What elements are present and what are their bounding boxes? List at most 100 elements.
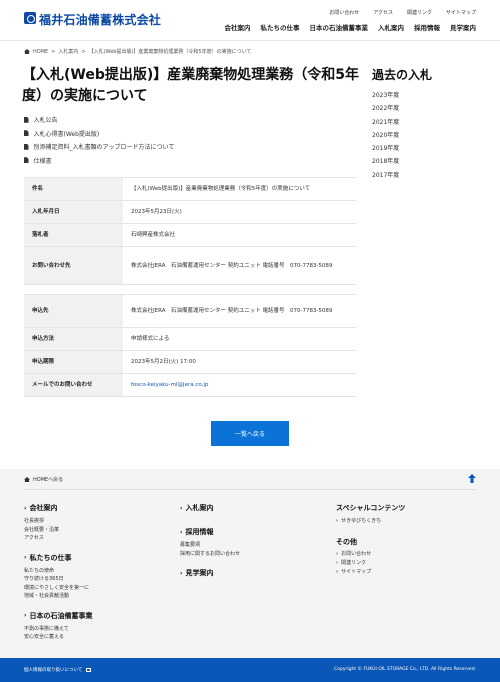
footer-column-bidding: › 入札案内 › 採用情報 募集要項 採用に関するお問い合わせ › 見学案内	[180, 503, 240, 578]
document-link-upload-guide[interactable]: 別添補足資料_入札書類のアップロード方法について	[24, 140, 174, 154]
home-icon	[24, 477, 30, 482]
table-value: 【入札(Web提出版)】産業廃棄物処理業務（令和5年度）の実施について	[123, 177, 356, 201]
logo-mark-icon[interactable]	[24, 12, 36, 24]
footer-link[interactable]: 環境にやさしく安全を第一に	[24, 584, 92, 593]
document-link-notice[interactable]: 入札公告	[24, 113, 174, 127]
table-row: 申込先 株式会社JERA 石油備蓄運用センター 契約ユニット 電話番号 070-…	[24, 294, 356, 328]
sidebar-year-item[interactable]: 2022年度	[372, 103, 399, 116]
chevron-right-icon: ›	[336, 560, 339, 566]
footer-link[interactable]: 守り続ける365日	[24, 575, 92, 584]
document-link-guidelines[interactable]: 入札心得書(Web提出版)	[24, 127, 174, 141]
nav-our-work[interactable]: 私たちの仕事	[261, 22, 300, 32]
table-value: 石崎興産株式会社	[123, 223, 356, 247]
table-label: お問い合わせ先	[24, 246, 123, 285]
breadcrumb-home[interactable]: HOME	[33, 49, 48, 55]
footer-link[interactable]: › 関連リンク	[336, 559, 405, 568]
chevron-right-icon: ›	[336, 551, 339, 557]
footer-link[interactable]: 安心安全に蓄える	[24, 633, 92, 642]
breadcrumb-separator: >	[51, 48, 56, 55]
document-icon	[24, 116, 29, 123]
footer-heading-bidding[interactable]: › 入札案内	[180, 503, 240, 513]
breadcrumb-current: 【入札(Web提出版)】産業廃棄物処理業務（令和5年度）の実施について	[88, 49, 252, 55]
external-link-icon	[85, 667, 91, 672]
table-label: 件名	[24, 177, 123, 201]
nav-recruit[interactable]: 採用情報	[414, 22, 440, 32]
footer-column-company: › 会社案内 社長挨拶 会社概要・沿革 アクセス › 私たちの仕事 私たちの使命 守…	[24, 503, 92, 642]
footer-link[interactable]: 募集要項	[180, 541, 240, 550]
table-label: 落札者	[24, 223, 123, 247]
chevron-right-icon: ›	[180, 569, 183, 577]
footer-heading-special: スペシャルコンテンツ	[336, 504, 406, 512]
document-icon	[24, 130, 29, 137]
table-value: fosco-keiyaku-ml@jera.co.jp	[123, 373, 356, 397]
home-icon	[24, 49, 30, 54]
breadcrumb-bidding[interactable]: 入札案内	[58, 48, 78, 55]
footer-heading-company[interactable]: › 会社案内	[24, 503, 92, 513]
document-list: 入札公告 入札心得書(Web提出版) 別添補足資料_入札書類のアップロード方法に…	[24, 113, 174, 167]
footer-link[interactable]: › サイトマップ	[336, 568, 405, 577]
table-label: 申込期限	[24, 350, 123, 374]
table-value: 申請様式による	[123, 327, 356, 351]
table-row: 申込方法 申請様式による	[24, 327, 356, 351]
document-icon	[24, 143, 29, 150]
chevron-right-icon: ›	[180, 504, 183, 512]
main-nav: 会社案内 私たちの仕事 日本の石油備蓄事業 入札案内 採用情報 見学案内	[225, 22, 477, 32]
sidebar-title: 過去の入札	[372, 68, 433, 82]
header-divider	[0, 40, 500, 41]
footer-link[interactable]: 私たちの使命	[24, 567, 92, 576]
table-label: 入札年月日	[24, 200, 123, 224]
footer-link[interactable]: › お問い合わせ	[336, 550, 405, 559]
sidebar-year-item[interactable]: 2017年度	[372, 170, 399, 183]
footer-link[interactable]: › せきゆびちくきち	[336, 517, 405, 526]
nav-company[interactable]: 会社案内	[225, 22, 251, 32]
util-nav-contact[interactable]: お問い合わせ	[329, 9, 359, 16]
nav-oil-storage[interactable]: 日本の石油備蓄事業	[310, 22, 369, 32]
page-top-arrow-icon[interactable]	[468, 474, 476, 483]
util-nav-access[interactable]: アクセス	[373, 9, 393, 16]
nav-bidding[interactable]: 入札案内	[378, 22, 404, 32]
footer-link[interactable]: 社長挨拶	[24, 517, 92, 526]
table-row: 入札年月日 2023年5月23日(火)	[24, 200, 356, 224]
nav-tour[interactable]: 見学案内	[450, 22, 476, 32]
footer-heading-tour[interactable]: › 見学案内	[180, 568, 240, 578]
chevron-right-icon: ›	[336, 569, 339, 575]
sidebar-year-item[interactable]: 2019年度	[372, 143, 399, 156]
sidebar-year-item[interactable]: 2023年度	[372, 90, 399, 103]
privacy-link[interactable]: 個人情報の取り扱いについて	[24, 667, 91, 673]
breadcrumb-separator: >	[81, 48, 86, 55]
sidebar-year-item[interactable]: 2021年度	[372, 117, 399, 130]
footer-heading-our-work[interactable]: › 私たちの仕事	[24, 553, 92, 563]
table-value: 2023年5月23日(火)	[123, 200, 356, 224]
footer-link[interactable]: 会社概要・沿革	[24, 526, 92, 535]
footer-home-link[interactable]: HOMEへ戻る	[24, 476, 63, 483]
table-value: 2023年5月2日(火) 17:00	[123, 350, 356, 374]
table-row: お問い合わせ先 株式会社JERA 石油備蓄運用センター 契約ユニット 電話番号 …	[24, 246, 356, 285]
document-icon	[24, 157, 29, 164]
back-to-list-button[interactable]: 一覧へ戻る	[211, 421, 289, 446]
document-link-specification[interactable]: 仕様書	[24, 154, 174, 168]
footer-heading-oil-storage[interactable]: › 日本の石油備蓄事業	[24, 611, 92, 621]
utility-nav: お問い合わせ アクセス 関連リンク サイトマップ	[329, 9, 476, 16]
util-nav-links[interactable]: 関連リンク	[407, 9, 432, 16]
footer-link[interactable]: アクセス	[24, 534, 92, 543]
breadcrumb: HOME > 入札案内 > 【入札(Web提出版)】産業廃棄物処理業務（令和5年…	[24, 48, 251, 55]
chevron-right-icon: ›	[24, 612, 27, 619]
sidebar-year-item[interactable]: 2020年度	[372, 130, 399, 143]
footer-link[interactable]: 採用に関するお問い合わせ	[180, 550, 240, 559]
table-value: 株式会社JERA 石油備蓄運用センター 契約ユニット 電話番号 070-7783…	[123, 246, 356, 285]
table-row: 件名 【入札(Web提出版)】産業廃棄物処理業務（令和5年度）の実施について	[24, 177, 356, 201]
footer-divider	[24, 489, 476, 490]
application-table: 申込先 株式会社JERA 石油備蓄運用センター 契約ユニット 電話番号 070-…	[24, 294, 356, 397]
company-logo[interactable]: 福井石油備蓄株式会社	[39, 11, 161, 28]
copyright: Copyright © FUKUI OIL STORAGE Co., LTD. …	[334, 667, 476, 672]
email-link[interactable]: fosco-keiyaku-ml@jera.co.jp	[131, 382, 208, 388]
footer-link[interactable]: 不測の事態に備えて	[24, 625, 92, 634]
chevron-right-icon: ›	[24, 554, 27, 561]
table-label: 申込方法	[24, 327, 123, 351]
footer-heading-other: その他	[336, 538, 357, 546]
sidebar-year-item[interactable]: 2018年度	[372, 156, 399, 169]
footer-link[interactable]: 地域・社会貢献活動	[24, 592, 92, 601]
footer-heading-recruit[interactable]: › 採用情報	[180, 527, 240, 537]
util-nav-sitemap[interactable]: サイトマップ	[446, 9, 476, 16]
table-label: メールでのお問い合わせ	[24, 373, 123, 397]
